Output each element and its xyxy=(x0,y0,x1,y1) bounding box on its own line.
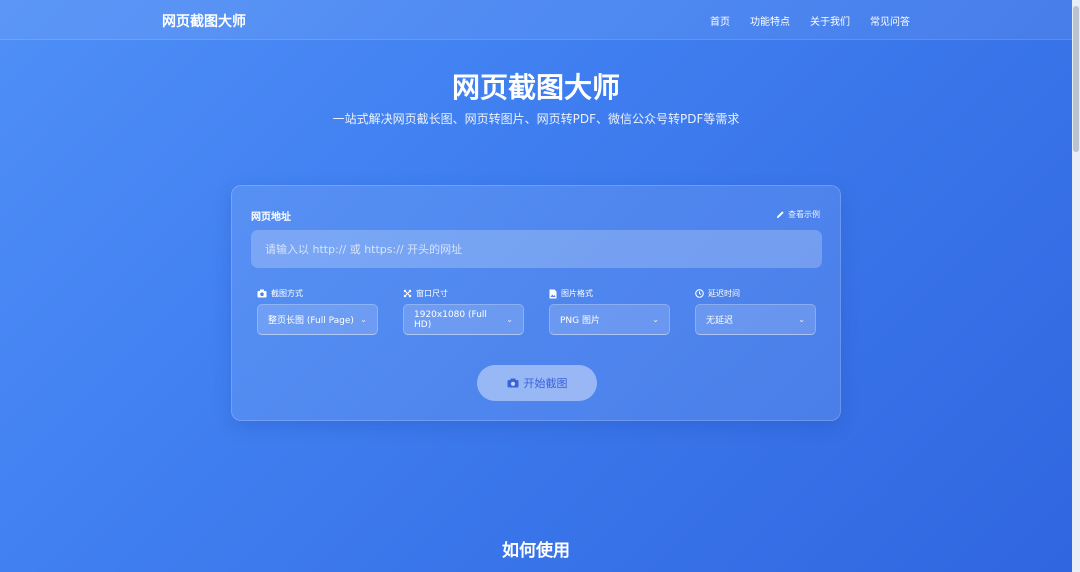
image-format-value: PNG 图片 xyxy=(560,316,600,326)
capture-mode-label-text: 截图方式 xyxy=(271,289,303,298)
screenshot-form-card: 网页地址 查看示例 截图方式 整页长图 (Full Page) ⌄ 窗口尺寸 1… xyxy=(231,185,841,421)
scrollbar-thumb[interactable] xyxy=(1073,6,1079,152)
how-to-use-title: 如何使用 xyxy=(502,541,570,561)
nav-item-faq[interactable]: 常见问答 xyxy=(870,13,910,28)
capture-mode-select[interactable]: 整页长图 (Full Page) ⌄ xyxy=(257,304,378,335)
image-format-select[interactable]: PNG 图片 ⌄ xyxy=(549,304,670,335)
pencil-icon xyxy=(776,210,785,219)
delay-time-label: 延迟时间 xyxy=(695,288,740,299)
url-label: 网页地址 xyxy=(251,212,291,223)
url-input[interactable] xyxy=(251,230,822,268)
image-file-icon xyxy=(549,289,557,299)
chevron-down-icon: ⌄ xyxy=(506,315,513,324)
camera-icon xyxy=(507,378,519,388)
window-size-label-text: 窗口尺寸 xyxy=(416,289,448,298)
hero-subtitle: 一站式解决网页截长图、网页转图片、网页转PDF、微信公众号转PDF等需求 xyxy=(332,112,740,126)
image-format-label: 图片格式 xyxy=(549,288,593,299)
window-size-select[interactable]: 1920x1080 (Full HD) ⌄ xyxy=(403,304,524,335)
delay-time-value: 无延迟 xyxy=(706,316,734,326)
top-navbar: 网页截图大师 首页 功能特点 关于我们 常见问答 xyxy=(0,0,1072,40)
main-nav: 首页 功能特点 关于我们 常见问答 xyxy=(710,13,910,28)
camera-icon xyxy=(257,289,267,298)
hero-title: 网页截图大师 xyxy=(451,71,620,104)
capture-mode-value: 整页长图 (Full Page) xyxy=(268,316,354,326)
nav-item-features[interactable]: 功能特点 xyxy=(750,13,790,28)
start-screenshot-button[interactable]: 开始截图 xyxy=(477,365,597,401)
clock-icon xyxy=(695,289,704,298)
expand-icon xyxy=(403,289,412,298)
brand-logo[interactable]: 网页截图大师 xyxy=(162,11,246,31)
start-screenshot-label: 开始截图 xyxy=(523,377,568,390)
capture-mode-label: 截图方式 xyxy=(257,288,303,299)
delay-time-label-text: 延迟时间 xyxy=(708,289,740,298)
window-size-value: 1920x1080 (Full HD) xyxy=(414,309,487,330)
nav-item-home[interactable]: 首页 xyxy=(710,13,730,28)
nav-item-about[interactable]: 关于我们 xyxy=(810,13,850,28)
view-example-link[interactable]: 查看示例 xyxy=(776,209,820,220)
window-size-label: 窗口尺寸 xyxy=(403,288,448,299)
chevron-down-icon: ⌄ xyxy=(798,315,805,324)
delay-time-select[interactable]: 无延迟 ⌄ xyxy=(695,304,816,335)
page-scrollbar[interactable] xyxy=(1072,0,1080,572)
chevron-down-icon: ⌄ xyxy=(360,315,367,324)
chevron-down-icon: ⌄ xyxy=(652,315,659,324)
image-format-label-text: 图片格式 xyxy=(561,289,593,298)
view-example-label: 查看示例 xyxy=(788,210,820,219)
